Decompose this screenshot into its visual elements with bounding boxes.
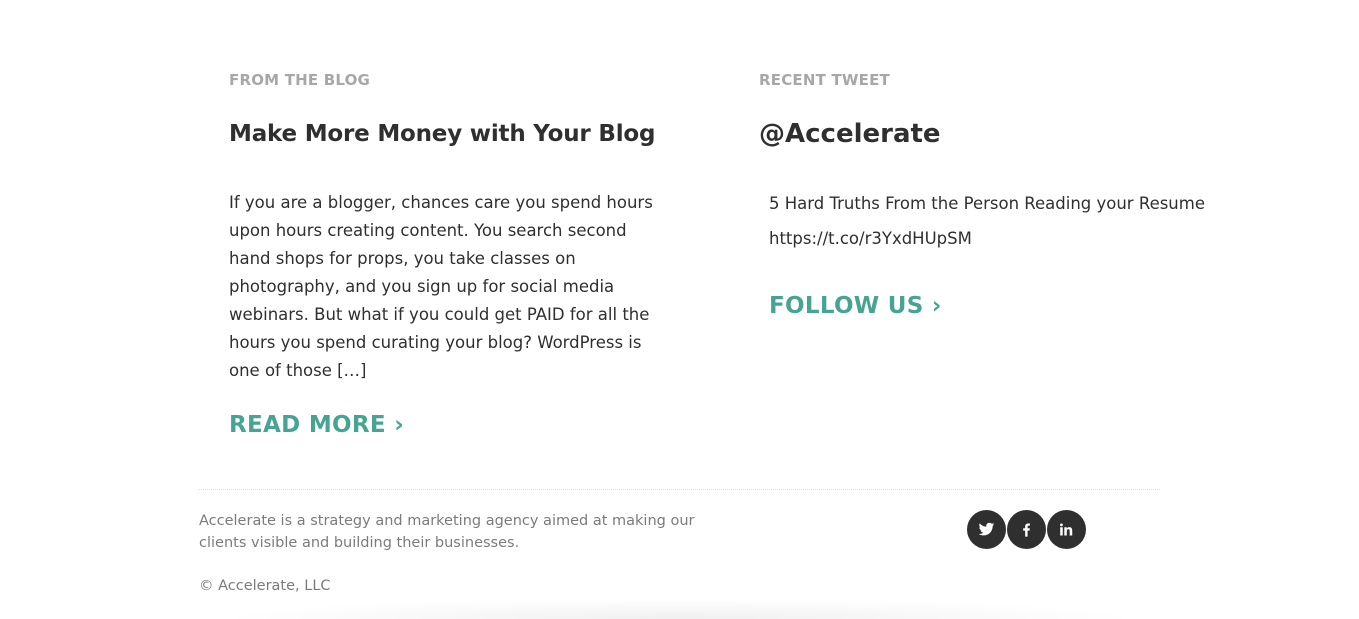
tweet-eyebrow: RECENT TWEET [759, 71, 890, 89]
facebook-button[interactable] [1007, 510, 1046, 549]
tweet-text-line: 5 Hard Truths From the Person Reading yo… [769, 194, 1205, 213]
blog-post-title[interactable]: Make More Money with Your Blog [229, 121, 655, 147]
tweet-text: 5 Hard Truths From the Person Reading yo… [769, 186, 1205, 256]
footer-about-line: clients visible and building their busin… [199, 535, 520, 551]
copyright: © Accelerate, LLC [199, 578, 331, 594]
follow-us-link[interactable]: FOLLOW US › [769, 293, 942, 319]
facebook-icon [1023, 523, 1030, 537]
read-more-link[interactable]: READ MORE › [229, 412, 404, 438]
footer-divider [199, 489, 1160, 490]
linkedin-icon [1059, 523, 1073, 536]
blog-excerpt-line: photography, and you sign up for social … [229, 277, 615, 296]
social-links [967, 510, 1086, 549]
footer-shadow [215, 598, 1145, 619]
linkedin-button[interactable] [1047, 510, 1086, 549]
blog-excerpt-line: hand shops for props, you take classes o… [229, 249, 576, 268]
blog-excerpt-line: hours you spend curating your blog? Word… [229, 333, 642, 352]
twitter-button[interactable] [967, 510, 1006, 549]
blog-excerpt-line: If you are a blogger, chances care you s… [229, 193, 653, 212]
footer-about-line: Accelerate is a strategy and marketing a… [199, 513, 695, 529]
blog-eyebrow: FROM THE BLOG [229, 71, 371, 89]
footer-about: Accelerate is a strategy and marketing a… [199, 510, 699, 554]
blog-excerpt-line: one of those […] [229, 361, 367, 380]
twitter-icon [978, 522, 995, 536]
blog-excerpt-line: upon hours creating content. You search … [229, 221, 627, 240]
blog-excerpt: If you are a blogger, chances care you s… [229, 189, 653, 385]
tweet-link[interactable]: https://t.co/r3YxdHUpSM [769, 221, 1205, 256]
twitter-handle[interactable]: @Accelerate [759, 119, 941, 149]
blog-excerpt-line: webinars. But what if you could get PAID… [229, 305, 650, 324]
